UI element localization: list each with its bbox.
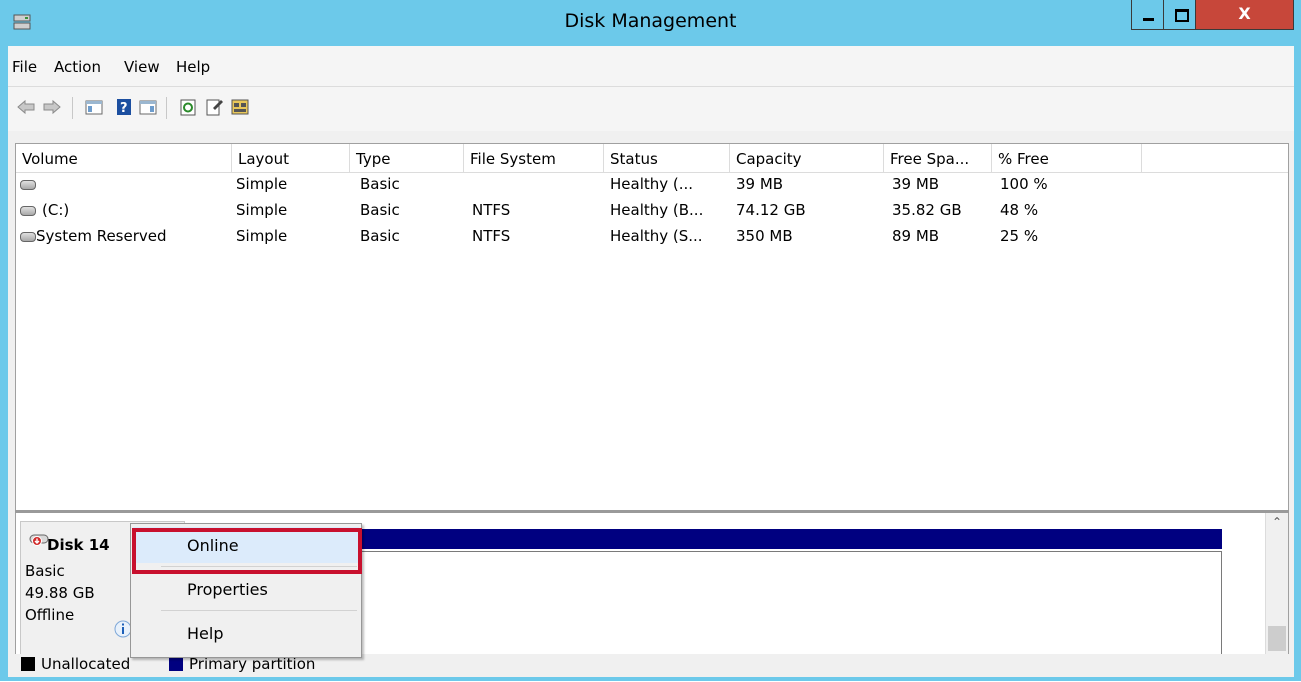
toolbar-separator bbox=[72, 97, 73, 119]
toolbar-separator bbox=[166, 97, 167, 119]
disk-status: Offline bbox=[25, 606, 75, 624]
menu-action[interactable]: Action bbox=[54, 58, 101, 76]
drive-icon bbox=[20, 232, 36, 242]
disk-name: Disk 14 bbox=[47, 536, 110, 554]
unallocated-swatch bbox=[21, 657, 35, 671]
column-header-free-space[interactable]: Free Spa... bbox=[884, 144, 992, 172]
minimize-icon bbox=[1143, 18, 1154, 21]
disk-type: Basic bbox=[25, 562, 65, 580]
refresh-icon[interactable] bbox=[178, 97, 198, 117]
svg-text:?: ? bbox=[120, 101, 128, 116]
volume-free-space: 39 MB bbox=[892, 175, 940, 193]
menu-file[interactable]: File bbox=[12, 58, 37, 76]
volume-layout: Simple bbox=[236, 201, 288, 219]
drive-icon bbox=[20, 180, 36, 190]
close-icon: X bbox=[1238, 4, 1251, 23]
column-header-volume[interactable]: Volume bbox=[16, 144, 232, 172]
column-header-layout[interactable]: Layout bbox=[232, 144, 350, 172]
volume-capacity: 74.12 GB bbox=[736, 201, 806, 219]
volume-name: System Reserved bbox=[36, 227, 167, 245]
volume-type: Basic bbox=[360, 175, 400, 193]
context-menu-separator bbox=[161, 610, 357, 611]
column-header-status[interactable]: Status bbox=[604, 144, 730, 172]
maximize-icon bbox=[1175, 9, 1189, 22]
volume-list-pane: Volume Layout Type File System Status Ca… bbox=[15, 143, 1289, 512]
close-button[interactable]: X bbox=[1195, 0, 1294, 30]
menu-view[interactable]: View bbox=[124, 58, 160, 76]
column-header-capacity[interactable]: Capacity bbox=[730, 144, 884, 172]
volume-file-system: NTFS bbox=[472, 227, 511, 245]
highlight-annotation-box bbox=[132, 528, 362, 574]
column-header-percent-free[interactable]: % Free bbox=[992, 144, 1142, 172]
volume-percent-free: 48 % bbox=[1000, 201, 1039, 219]
volume-free-space: 89 MB bbox=[892, 227, 940, 245]
properties-icon[interactable] bbox=[204, 97, 224, 117]
volume-percent-free: 100 % bbox=[1000, 175, 1048, 193]
offline-disk-icon bbox=[29, 534, 49, 546]
volume-type: Basic bbox=[360, 227, 400, 245]
volume-status: Healthy (... bbox=[610, 175, 694, 193]
vertical-scrollbar[interactable]: ⌃ ⌄ bbox=[1265, 513, 1288, 676]
volume-list-header: Volume Layout Type File System Status Ca… bbox=[16, 144, 1288, 173]
window-title: Disk Management bbox=[564, 10, 737, 32]
primary-partition-swatch bbox=[169, 657, 183, 671]
menu-help[interactable]: Help bbox=[176, 58, 210, 76]
volume-percent-free: 25 % bbox=[1000, 227, 1039, 245]
column-header-file-system[interactable]: File System bbox=[464, 144, 604, 172]
scrollbar-thumb[interactable] bbox=[1268, 626, 1286, 651]
context-menu-help[interactable]: Help bbox=[133, 615, 359, 651]
forward-arrow-icon[interactable] bbox=[42, 97, 62, 117]
column-header-type[interactable]: Type bbox=[350, 144, 464, 172]
scroll-up-icon[interactable]: ⌃ bbox=[1266, 515, 1288, 535]
volume-capacity: 39 MB bbox=[736, 175, 784, 193]
help-icon[interactable]: ? bbox=[114, 97, 134, 117]
volume-type: Basic bbox=[360, 201, 400, 219]
volume-row[interactable]: (C:) Simple Basic NTFS Healthy (B... 74.… bbox=[16, 198, 1288, 224]
menu-bar: File Action View Help bbox=[8, 46, 1294, 87]
volume-row[interactable]: Simple Basic Healthy (... 39 MB 39 MB 10… bbox=[16, 172, 1288, 198]
volume-status: Healthy (B... bbox=[610, 201, 704, 219]
minimize-button[interactable] bbox=[1131, 0, 1164, 30]
export-list-icon[interactable] bbox=[230, 97, 250, 117]
context-menu-help-label: Help bbox=[187, 624, 224, 643]
volume-row[interactable]: System Reserved Simple Basic NTFS Health… bbox=[16, 224, 1288, 250]
volume-free-space: 35.82 GB bbox=[892, 201, 962, 219]
show-hide-action-pane-icon[interactable] bbox=[138, 97, 158, 117]
back-arrow-icon[interactable] bbox=[16, 97, 36, 117]
disk-management-window: Disk Management X File Action View Help … bbox=[0, 0, 1301, 681]
context-menu-properties[interactable]: Properties bbox=[133, 571, 359, 607]
drive-icon bbox=[20, 206, 36, 216]
show-hide-console-tree-icon[interactable] bbox=[84, 97, 104, 117]
legend-unallocated-label: Unallocated bbox=[41, 655, 131, 673]
volume-status: Healthy (S... bbox=[610, 227, 703, 245]
volume-layout: Simple bbox=[236, 227, 288, 245]
toolbar: ? bbox=[8, 87, 1294, 131]
title-bar[interactable]: Disk Management X bbox=[0, 0, 1301, 46]
volume-file-system: NTFS bbox=[472, 201, 511, 219]
volume-name: (C:) bbox=[42, 201, 70, 219]
volume-layout: Simple bbox=[236, 175, 288, 193]
context-menu-properties-label: Properties bbox=[187, 580, 268, 599]
volume-capacity: 350 MB bbox=[736, 227, 793, 245]
disk-size: 49.88 GB bbox=[25, 584, 95, 602]
maximize-button[interactable] bbox=[1163, 0, 1196, 30]
